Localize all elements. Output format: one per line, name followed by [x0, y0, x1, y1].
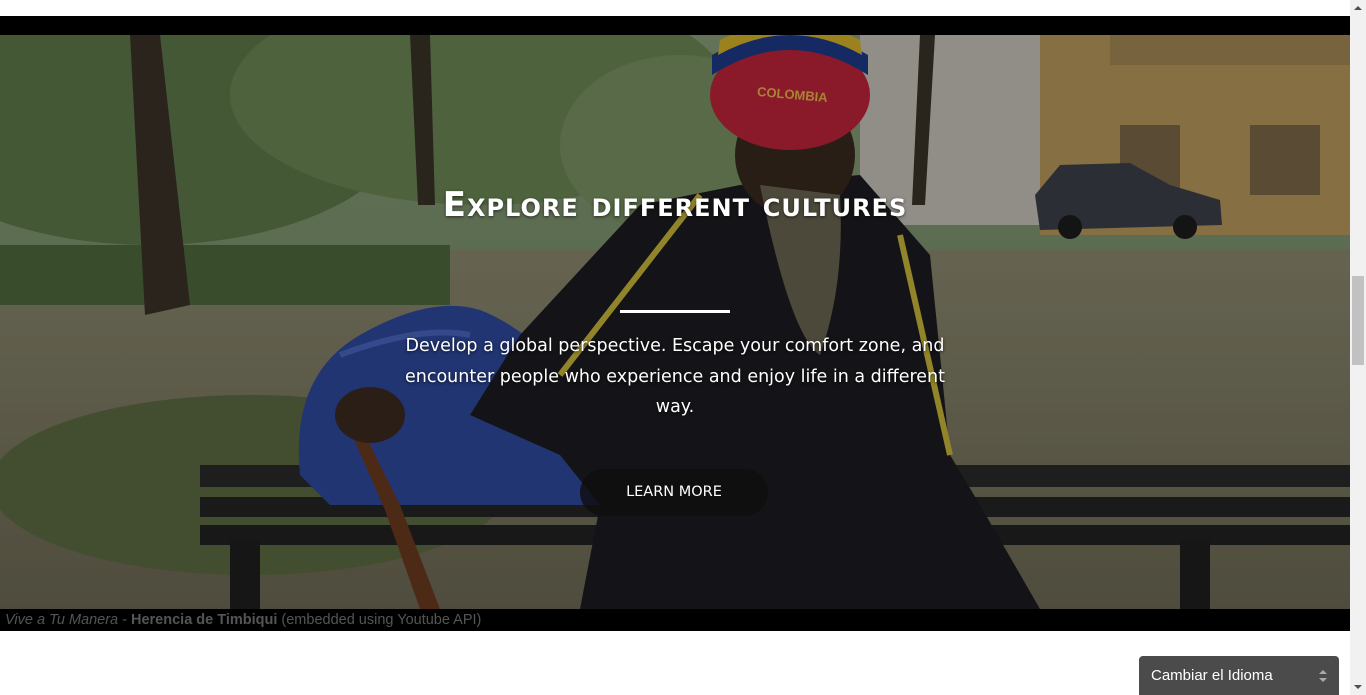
chevron-down-icon[interactable] [1350, 679, 1366, 695]
video-caption: Vive a Tu Manera - Herencia de Timbiqui … [0, 609, 1350, 631]
title-divider [620, 310, 730, 313]
hero-subtitle: Develop a global perspective. Escape you… [404, 336, 946, 417]
top-white-strip [0, 0, 1350, 16]
scrollbar-thumb[interactable] [1352, 276, 1364, 365]
caption-separator: - [118, 612, 131, 628]
learn-more-button[interactable]: LEARN MORE [580, 469, 768, 516]
hero-video[interactable]: COLOMBIA Explore different cultures Deve… [0, 35, 1350, 609]
hero-title: Explore different cultures [442, 185, 908, 225]
page-scrollbar[interactable] [1350, 0, 1366, 695]
caption-note: (embedded using Youtube API) [277, 612, 482, 628]
caption-series: Vive a Tu Manera [5, 612, 119, 628]
caption-video-title: Herencia de Timbiqui [131, 612, 278, 628]
top-black-bar [0, 16, 1350, 35]
hero-dark-overlay [0, 35, 1350, 609]
select-arrows-icon [1319, 670, 1327, 682]
chevron-up-icon[interactable] [1350, 0, 1366, 16]
language-selector-label: Cambiar el Idioma [1151, 667, 1273, 684]
language-selector[interactable]: Cambiar el Idioma [1139, 656, 1339, 695]
